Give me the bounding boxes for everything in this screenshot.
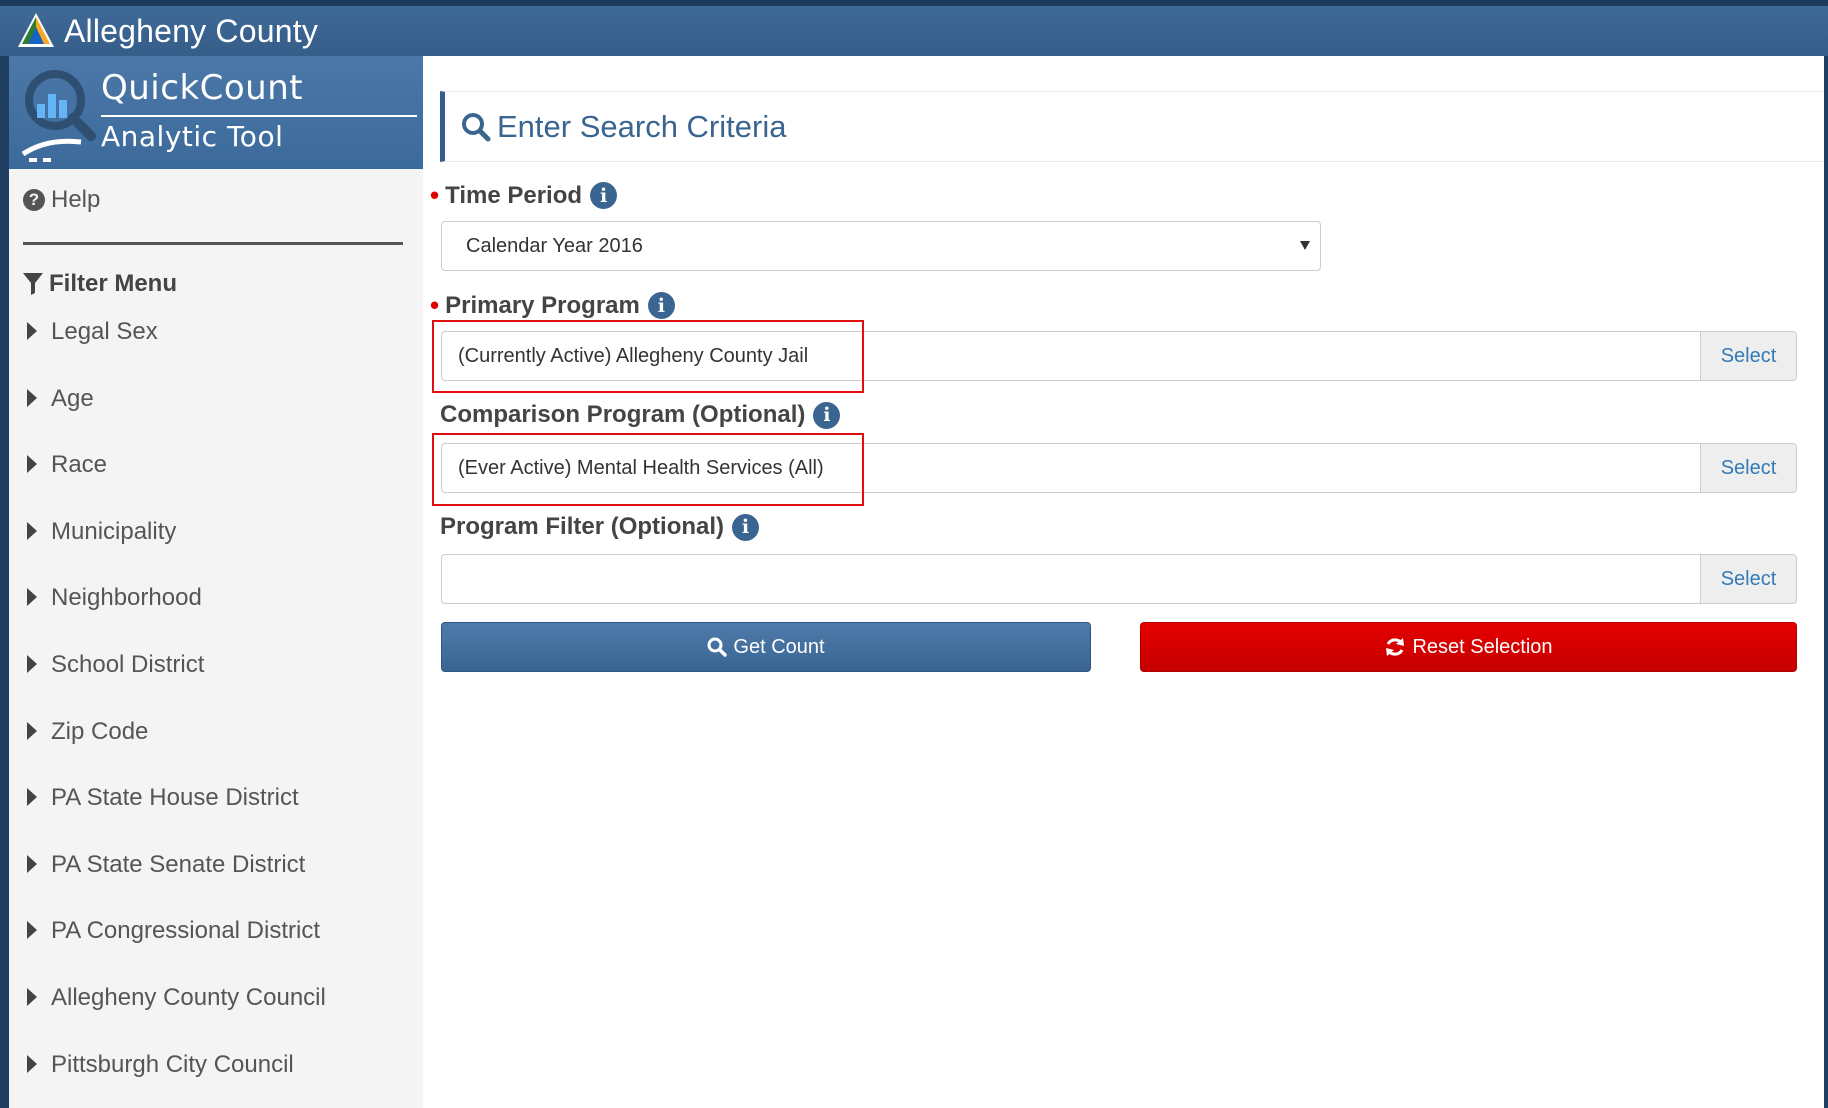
filter-item-neighborhood[interactable]: Neighborhood <box>27 584 326 651</box>
filter-item-label: Municipality <box>51 517 177 545</box>
reset-selection-label: Reset Selection <box>1412 635 1553 658</box>
app-title: Allegheny County <box>64 12 319 49</box>
comparison-program-value: (Ever Active) Mental Health Services (Al… <box>458 456 824 479</box>
program-filter-label: Program Filter (Optional) i <box>440 513 760 541</box>
info-icon[interactable]: i <box>813 401 841 429</box>
filter-item-age[interactable]: Age <box>27 385 326 452</box>
comparison-program-label: Comparison Program (Optional) i <box>440 401 841 429</box>
search-icon <box>707 637 728 657</box>
reset-selection-button[interactable]: Reset Selection <box>1140 622 1797 672</box>
time-period-select[interactable]: Calendar Year 2016 <box>441 221 1321 271</box>
brand-divider <box>101 115 417 117</box>
top-bar: Allegheny County <box>0 0 1828 56</box>
filter-item-legal-sex[interactable]: Legal Sex <box>27 318 326 385</box>
primary-program-field[interactable]: (Currently Active) Allegheny County Jail <box>441 331 1700 381</box>
caret-right-icon <box>27 921 37 940</box>
caret-right-icon <box>27 588 37 607</box>
get-count-label: Get Count <box>733 635 825 658</box>
caret-right-icon <box>27 788 37 807</box>
primary-program-label: • Primary Program i <box>430 290 675 321</box>
criteria-title: Enter Search Criteria <box>497 108 787 144</box>
caret-right-icon <box>27 1054 37 1073</box>
required-marker: • <box>430 180 440 210</box>
help-label: Help <box>51 186 101 213</box>
caret-right-icon <box>27 388 37 407</box>
dropdown-arrow-icon <box>1300 241 1310 250</box>
magnifier-chart-icon <box>21 70 96 162</box>
filter-item-label: Legal Sex <box>51 318 158 345</box>
comparison-program-select-button[interactable]: Select <box>1700 443 1797 493</box>
caret-right-icon <box>27 322 37 340</box>
filter-item-label: PA State Senate District <box>51 850 306 878</box>
caret-right-icon <box>27 521 37 540</box>
comparison-program-input-group: (Ever Active) Mental Health Services (Al… <box>441 443 1797 493</box>
sidebar: QuickCount Analytic Tool ? Help Filter M… <box>9 56 423 1108</box>
caret-right-icon <box>27 987 37 1006</box>
brand-banner: QuickCount Analytic Tool <box>9 56 423 169</box>
program-filter-field[interactable] <box>441 554 1700 604</box>
primary-program-select-button[interactable]: Select <box>1700 331 1797 381</box>
help-link[interactable]: ? Help <box>23 186 100 214</box>
caret-right-icon <box>27 654 37 673</box>
time-period-label-text: Time Period <box>445 181 583 209</box>
primary-program-value: (Currently Active) Allegheny County Jail <box>458 344 809 367</box>
brand-name: QuickCount <box>101 68 304 108</box>
refresh-icon <box>1386 638 1405 656</box>
caret-right-icon <box>27 854 37 873</box>
comparison-program-field[interactable]: (Ever Active) Mental Health Services (Al… <box>441 443 1700 493</box>
sidebar-divider <box>23 242 403 245</box>
filter-item-zip-code[interactable]: Zip Code <box>27 718 326 785</box>
filter-item-race[interactable]: Race <box>27 451 326 518</box>
filter-item-municipality[interactable]: Municipality <box>27 518 326 585</box>
filter-item-pa-state-senate-district[interactable]: PA State Senate District <box>27 851 326 918</box>
program-filter-label-text: Program Filter (Optional) <box>440 513 725 540</box>
filter-item-label: School District <box>51 650 205 678</box>
program-filter-select-button[interactable]: Select <box>1700 554 1797 604</box>
primary-program-label-text: Primary Program <box>445 291 640 319</box>
criteria-header: Enter Search Criteria <box>440 91 1824 162</box>
filter-item-label: PA State House District <box>51 784 299 812</box>
program-filter-input-group: Select <box>441 554 1797 604</box>
info-icon[interactable]: i <box>732 513 760 541</box>
filter-item-label: Race <box>51 451 108 479</box>
required-marker: • <box>430 290 440 320</box>
comparison-program-label-text: Comparison Program (Optional) <box>440 401 806 428</box>
primary-program-input-group: (Currently Active) Allegheny County Jail… <box>441 331 1797 381</box>
filter-menu-label: Filter Menu <box>49 270 178 297</box>
filter-item-school-district[interactable]: School District <box>27 651 326 718</box>
filter-item-label: PA Congressional District <box>51 917 320 945</box>
time-period-label: • Time Period i <box>430 180 618 211</box>
filter-item-label: Allegheny County Council <box>51 983 326 1011</box>
filter-list: Legal Sex Age Race Municipality Neighbor… <box>27 318 326 1108</box>
filter-item-label: Neighborhood <box>51 584 202 612</box>
brand-subtitle: Analytic Tool <box>101 120 284 153</box>
filter-item-label: Zip Code <box>51 717 149 745</box>
caret-right-icon <box>27 721 37 740</box>
filter-item-label: Pittsburgh City Council <box>51 1050 294 1078</box>
filter-item-label: Age <box>51 384 94 412</box>
filter-item-pa-state-house-district[interactable]: PA State House District <box>27 784 326 851</box>
question-circle-icon: ? <box>23 189 45 211</box>
get-count-button[interactable]: Get Count <box>441 622 1091 672</box>
filter-item-pittsburgh-city-council[interactable]: Pittsburgh City Council <box>27 1051 326 1108</box>
info-icon[interactable]: i <box>590 182 618 209</box>
time-period-value: Calendar Year 2016 <box>466 234 643 257</box>
filter-icon <box>23 273 43 295</box>
caret-right-icon <box>27 455 37 474</box>
search-icon <box>462 112 491 141</box>
info-icon[interactable]: i <box>647 292 675 319</box>
filter-item-allegheny-county-council[interactable]: Allegheny County Council <box>27 984 326 1051</box>
filter-menu-heading: Filter Menu <box>23 270 177 298</box>
filter-item-pa-congressional-district[interactable]: PA Congressional District <box>27 917 326 984</box>
allegheny-county-logo-icon <box>18 13 54 47</box>
